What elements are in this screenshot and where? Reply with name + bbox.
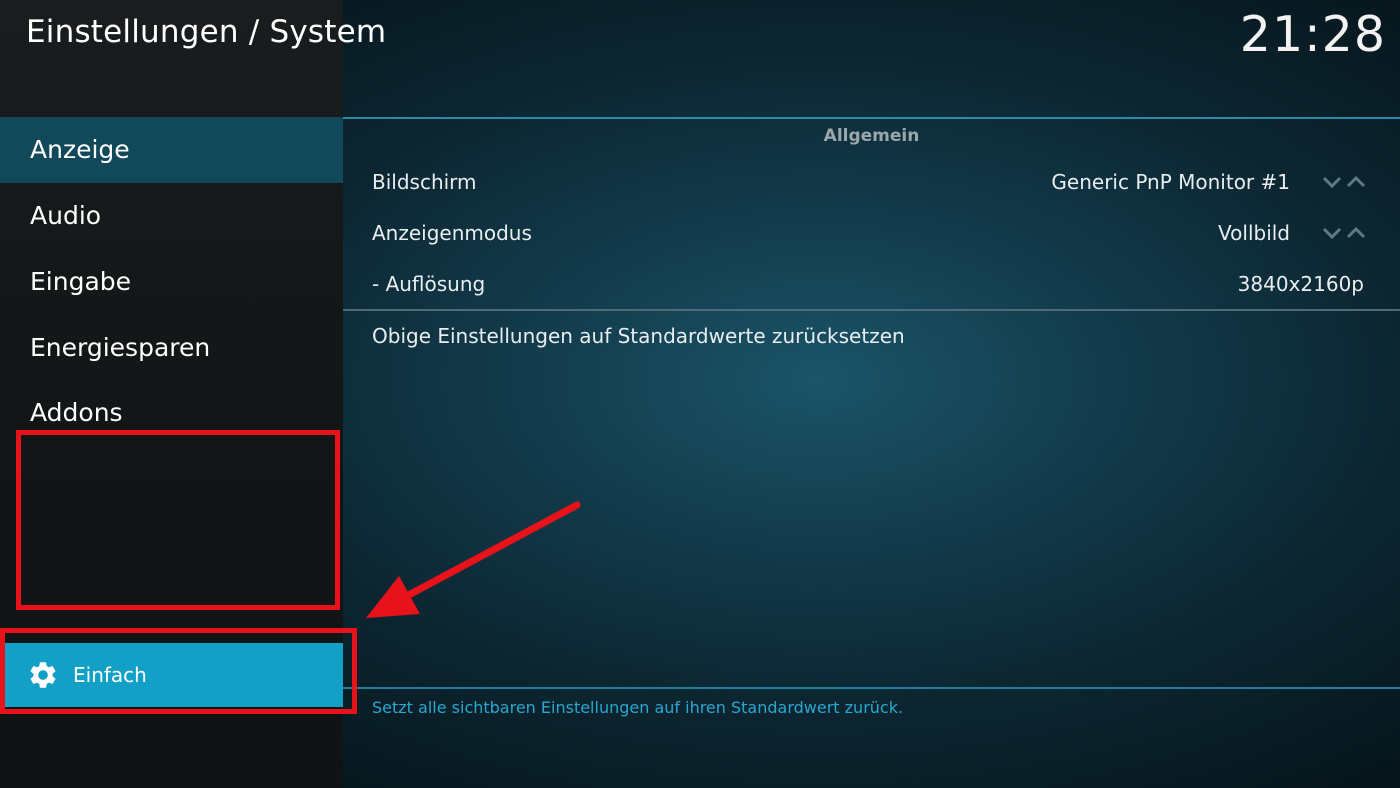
setting-value: Vollbild (1218, 221, 1290, 245)
setting-label: - Auflösung (372, 272, 486, 296)
sidebar-item-eingabe[interactable]: Eingabe (0, 249, 343, 315)
kodi-settings-screen: Anzeige Audio Eingabe Energiesparen Addo… (0, 0, 1400, 788)
reset-defaults-button[interactable]: Obige Einstellungen auf Standardwerte zu… (372, 324, 905, 348)
setting-value: Generic PnP Monitor #1 (1051, 170, 1290, 194)
sidebar-item-label: Energiesparen (30, 333, 211, 362)
sidebar-item-label: Eingabe (30, 267, 132, 296)
setting-row-aufloesung[interactable]: - Auflösung 3840x2160p (343, 262, 1400, 306)
setting-label: Bildschirm (372, 170, 477, 194)
setting-value: 3840x2160p (1237, 272, 1364, 296)
setting-row-bildschirm[interactable]: Bildschirm Generic PnP Monitor #1 (343, 160, 1400, 204)
annotation-highlight-box (0, 628, 357, 714)
sidebar-item-label: Audio (30, 201, 102, 230)
setting-label: Anzeigenmodus (372, 221, 532, 245)
spinner-arrows-icon[interactable] (1322, 174, 1370, 190)
section-header: Allgemein (823, 126, 920, 146)
setting-row-anzeigenmodus[interactable]: Anzeigenmodus Vollbild (343, 211, 1400, 255)
help-text: Setzt alle sichtbaren Einstellungen auf … (372, 698, 904, 717)
settings-divider (343, 309, 1400, 311)
page-title: Einstellungen / System (26, 14, 387, 50)
spinner-arrows-icon[interactable] (1322, 225, 1370, 241)
clock: 21:28 (1239, 6, 1386, 63)
sidebar-item-label: Addons (30, 398, 123, 427)
sidebar-item-energiesparen[interactable]: Energiesparen (0, 315, 343, 381)
content-top-divider (343, 117, 1400, 119)
sidebar-item-audio[interactable]: Audio (0, 183, 343, 249)
help-divider (343, 687, 1400, 689)
sidebar-item-label: Anzeige (30, 135, 130, 164)
sidebar-item-anzeige[interactable]: Anzeige (0, 117, 343, 183)
annotation-highlight-box (16, 430, 340, 610)
